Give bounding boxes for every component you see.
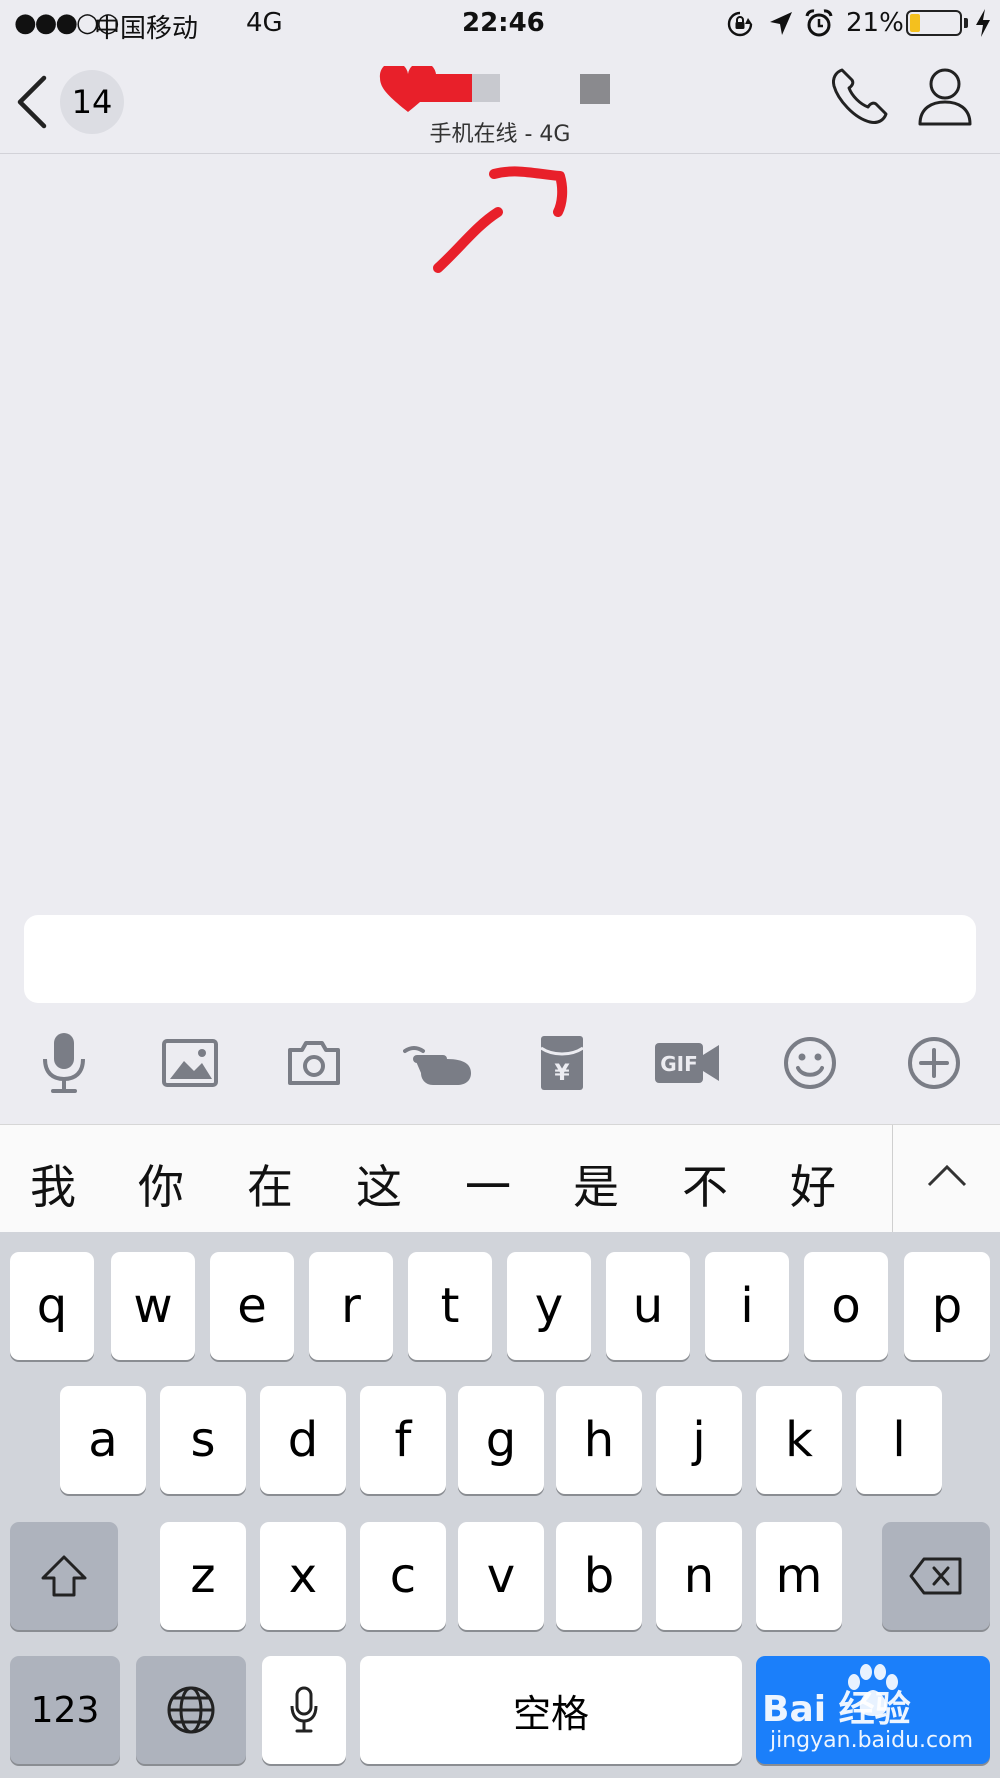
key-n[interactable]: n [656,1522,742,1630]
photo-album-button[interactable] [154,1030,226,1096]
mic-icon [290,1686,318,1733]
network-label: 4G [246,8,283,38]
candidate-word[interactable]: 不 [675,1151,735,1217]
annotation-arrow [433,166,568,273]
contact-name-redacted[interactable] [378,66,618,112]
globe-key[interactable] [136,1656,246,1764]
key-t[interactable]: t [408,1252,492,1360]
redaction-block [414,74,472,102]
divider [892,1125,893,1233]
expand-candidates-icon[interactable] [926,1161,968,1191]
candidate-word[interactable]: 好 [783,1151,843,1217]
key-p[interactable]: p [904,1252,990,1360]
key-v[interactable]: v [458,1522,544,1630]
battery-icon [906,10,962,36]
battery-tip [964,18,968,28]
key-w[interactable]: w [111,1252,195,1360]
key-j[interactable]: j [656,1386,742,1494]
camera-icon [288,1041,340,1085]
key-c[interactable]: c [360,1522,446,1630]
gif-button[interactable]: GIF [650,1030,724,1096]
key-z[interactable]: z [160,1522,246,1630]
more-actions-button[interactable] [898,1030,970,1096]
key-o[interactable]: o [804,1252,888,1360]
status-bar: ●●●○○ 中国移动 4G 22:46 21% [0,0,1000,50]
alarm-icon [805,9,833,37]
svg-text:¥: ¥ [554,1061,570,1086]
battery-fill [910,14,921,32]
backspace-icon [909,1557,962,1595]
key-m[interactable]: m [756,1522,842,1630]
candidate-word[interactable]: 我 [23,1151,83,1217]
key-f[interactable]: f [360,1386,446,1494]
key-l[interactable]: l [856,1386,942,1494]
candidate-bar: 我 你 在 这 一 是 不 好 [0,1124,1000,1233]
contact-profile-icon[interactable] [916,64,974,128]
key-r[interactable]: r [309,1252,393,1360]
image-icon [162,1039,218,1087]
key-y[interactable]: y [507,1252,591,1360]
candidate-word[interactable]: 在 [240,1151,300,1217]
candidate-word[interactable]: 一 [458,1151,518,1217]
emoji-icon [784,1037,836,1089]
key-q[interactable]: q [10,1252,94,1360]
candidate-word[interactable]: 这 [349,1151,409,1217]
key-b[interactable]: b [556,1522,642,1630]
numbers-key[interactable]: 123 [10,1656,120,1764]
redaction-block [580,74,610,104]
rotation-lock-icon [727,11,753,37]
key-d[interactable]: d [260,1386,346,1494]
poke-icon [403,1046,471,1085]
delete-key[interactable] [882,1522,990,1630]
location-arrow-icon [770,12,792,35]
key-s[interactable]: s [160,1386,246,1494]
phone-call-icon[interactable] [828,66,890,128]
redaction-block [472,74,500,102]
camera-button[interactable] [278,1030,350,1096]
charging-bolt-icon [976,9,990,37]
watermark-url: jingyan.baidu.com [770,1728,974,1753]
mic-icon [43,1033,85,1093]
red-packet-button[interactable]: ¥ [526,1030,598,1096]
globe-icon [167,1686,215,1734]
shift-key[interactable] [10,1522,118,1630]
dictation-key[interactable] [262,1656,346,1764]
key-x[interactable]: x [260,1522,346,1630]
clock: 22:46 [462,8,545,38]
key-u[interactable]: u [606,1252,690,1360]
gif-icon: GIF [655,1043,719,1083]
key-e[interactable]: e [210,1252,294,1360]
space-key[interactable]: 空格 [360,1656,742,1764]
chat-header: 14 手机在线 - 4G [0,50,1000,154]
shift-arrow-icon [41,1555,87,1597]
key-i[interactable]: i [705,1252,789,1360]
key-a[interactable]: a [60,1386,146,1494]
voice-message-button[interactable] [28,1030,100,1096]
watermark-brand: Bai 经验 [762,1689,911,1730]
poke-button[interactable] [402,1030,474,1096]
key-g[interactable]: g [458,1386,544,1494]
emoji-button[interactable] [774,1030,846,1096]
key-k[interactable]: k [756,1386,842,1494]
battery-percent: 21% [846,8,904,38]
candidate-word[interactable]: 是 [566,1151,626,1217]
carrier-label: 中国移动 [94,14,199,44]
plus-icon [908,1037,960,1089]
key-h[interactable]: h [556,1386,642,1494]
svg-text:GIF: GIF [660,1052,698,1076]
message-input[interactable] [24,915,976,1003]
red-packet-icon: ¥ [540,1036,584,1090]
candidate-word[interactable]: 你 [131,1151,191,1217]
